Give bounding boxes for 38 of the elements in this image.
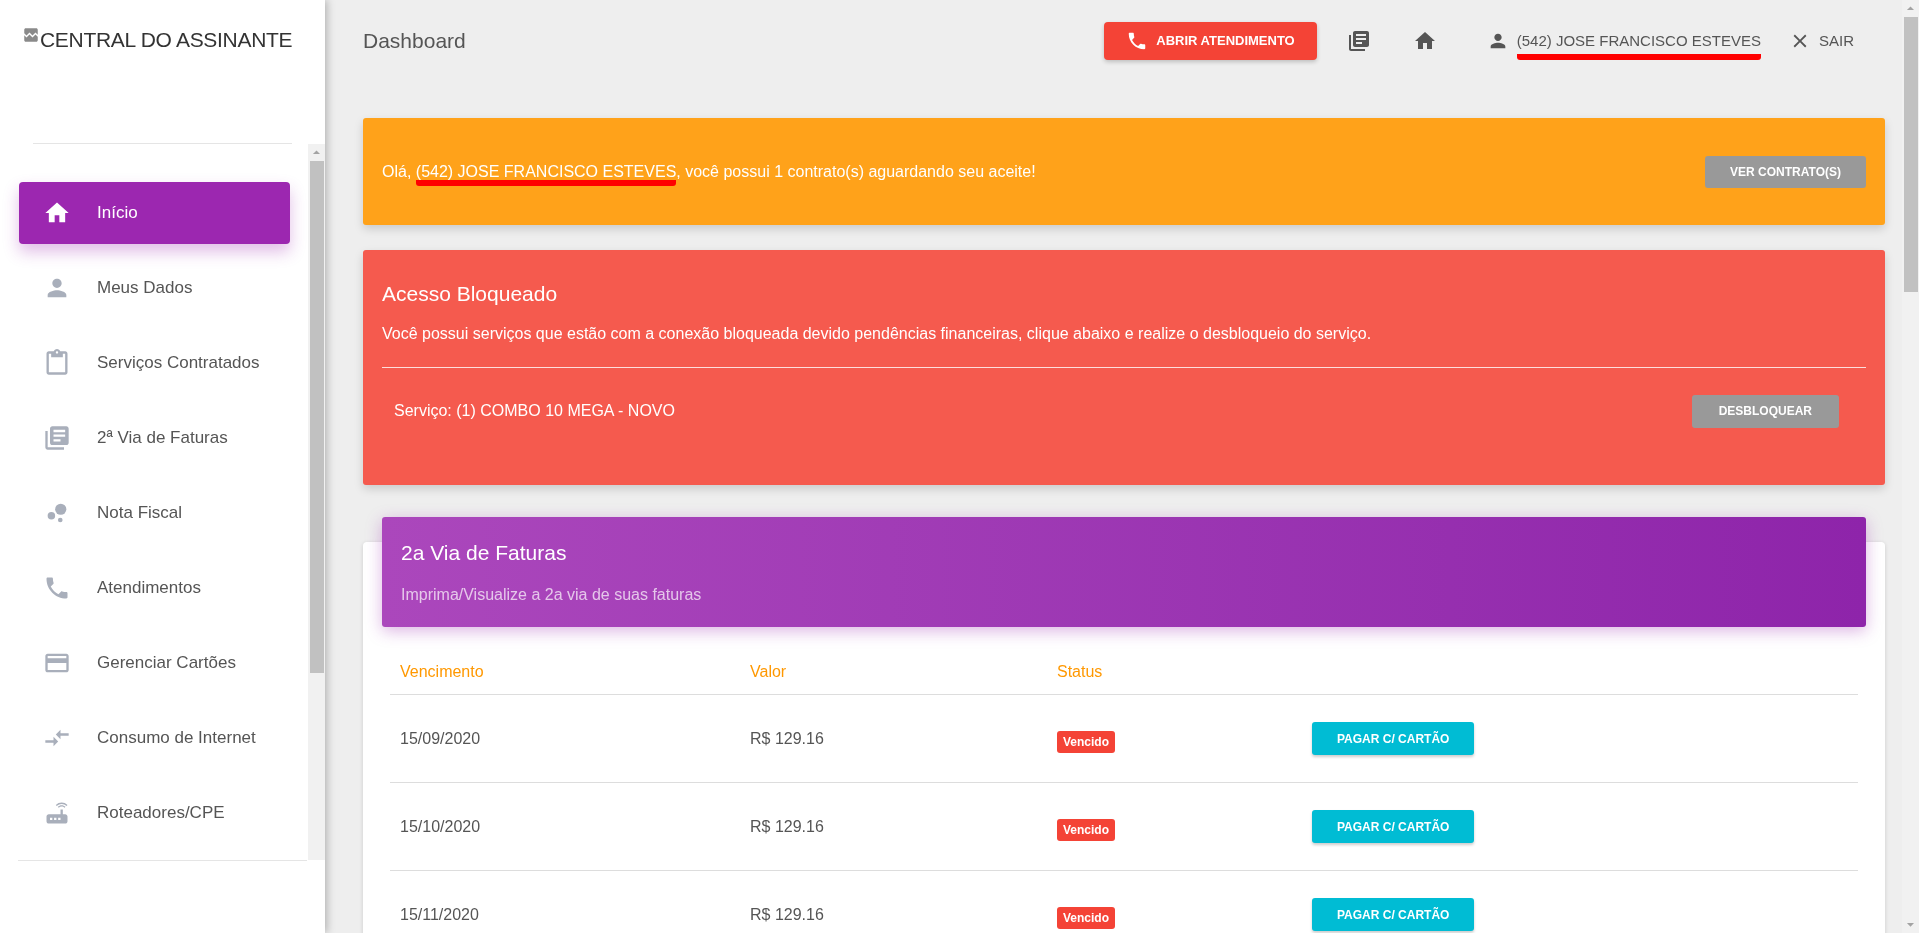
sidebar-item[interactable]: Início <box>19 182 290 244</box>
due-date: 15/10/2020 <box>400 816 482 837</box>
documents-icon <box>43 423 71 452</box>
contract-message: Olá, (542) JOSE FRANCISCO ESTEVES, você possui 1 contrato(s) aguardando seu aceite! <box>382 159 1706 184</box>
column-header: Vencimento <box>400 662 485 682</box>
scrollbar-thumb[interactable] <box>309 161 324 673</box>
sidebar-item[interactable]: 2ª Via de Faturas <box>19 406 290 469</box>
logo-alt-text: CENTRAL DO ASSINANTE <box>40 27 293 53</box>
user-name-link[interactable]: (542) JOSE FRANCISCO ESTEVES <box>1516 30 1761 60</box>
documents-icon[interactable] <box>1346 29 1371 53</box>
column-header: Status <box>1057 662 1104 682</box>
page-title: Dashboard <box>363 28 467 55</box>
card-title: Acesso Bloqueado <box>382 281 559 307</box>
sidebar-item[interactable]: Roteadores/CPE <box>19 781 290 844</box>
due-date: 15/11/2020 <box>400 904 480 925</box>
column-header: Valor <box>750 662 788 682</box>
due-date: 15/09/2020 <box>400 728 482 749</box>
logout-button[interactable]: SAIR <box>1789 29 1854 53</box>
scrollbar[interactable] <box>308 144 325 860</box>
invoices-title: 2a Via de Faturas <box>401 540 568 566</box>
status-label: Vencido <box>1057 818 1115 841</box>
status-label: Vencido <box>1057 906 1115 929</box>
sidebar-item[interactable]: Gerenciar Cartões <box>19 631 290 694</box>
invoice-value: R$ 129.16 <box>750 816 825 837</box>
sidebar-item[interactable]: Atendimentos <box>19 556 290 619</box>
invoice-value: R$ 129.16 <box>750 904 825 925</box>
sidebar-item[interactable]: Meus Dados <box>19 256 290 319</box>
sidebar-item[interactable]: Serviços Contratados <box>19 331 290 394</box>
open-ticket-button[interactable]: ABRIR ATENDIMENTO <box>1104 22 1317 60</box>
scrollbar-thumb[interactable] <box>1903 17 1918 292</box>
sidebar-item[interactable]: Nota Fiscal <box>19 481 290 544</box>
card-message: Você possui serviços que estão com a conexão bloqueada devido pendências financeiras, clique abaixo e realize o desbloqueio do serviço. <box>382 323 1373 344</box>
invoices-subtitle: Imprima/Visualize a 2a via de suas faturas <box>401 584 703 605</box>
service-label: Serviço: (1) COMBO 10 MEGA - NOVO <box>394 401 676 421</box>
status-label: Vencido <box>1057 730 1115 753</box>
broken-image-icon <box>22 26 40 44</box>
sidebar-item[interactable]: Consumo de Internet <box>19 706 290 769</box>
invoice-value: R$ 129.16 <box>750 728 825 749</box>
